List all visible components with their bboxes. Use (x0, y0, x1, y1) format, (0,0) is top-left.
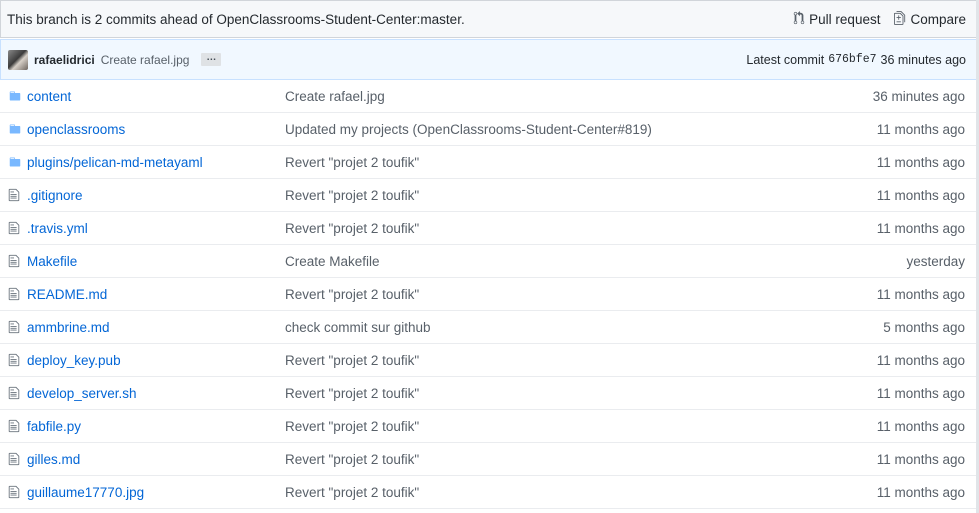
branch-actions: Pull request Compare (793, 10, 966, 28)
file-commit-age: 11 months ago (876, 451, 965, 467)
file-commit-message[interactable]: Revert "projet 2 toufik" (285, 188, 976, 203)
file-commit-age: 36 minutes ago (872, 88, 965, 104)
file-row: Makefile Create Makefile yesterday (0, 245, 976, 278)
file-name-link[interactable]: develop_server.sh (27, 386, 285, 401)
branch-ahead-text: This branch is 2 commits ahead of OpenCl… (7, 11, 465, 27)
pull-request-label: Pull request (809, 11, 881, 27)
file-icon (8, 452, 22, 466)
file-list: content Create rafael.jpg 36 minutes ago op… (0, 80, 976, 509)
file-row: guillaume17770.jpg Revert "projet 2 toufi… (0, 476, 976, 509)
branch-status-bar: This branch is 2 commits ahead of OpenCl… (0, 0, 976, 38)
file-row: .travis.yml Revert "projet 2 toufik" 11 mo… (0, 212, 976, 245)
pull-request-link[interactable]: Pull request (793, 10, 881, 28)
file-name-link[interactable]: deploy_key.pub (27, 353, 285, 368)
file-icon (8, 386, 22, 400)
file-name-link[interactable]: .travis.yml (27, 221, 285, 236)
file-row: README.md Revert "projet 2 toufik" 11 mont… (0, 278, 976, 311)
file-commit-message[interactable]: Revert "projet 2 toufik" (285, 452, 976, 467)
commit-message[interactable]: Create rafael.jpg (101, 53, 190, 67)
commit-summary: rafaelidrici Create rafael.jpg … (8, 49, 222, 70)
file-name-link[interactable]: gilles.md (27, 452, 285, 467)
file-icon (8, 287, 22, 301)
file-name-link[interactable]: .gitignore (27, 188, 285, 203)
file-name-link[interactable]: ammbrine.md (27, 320, 285, 335)
file-commit-message[interactable]: check commit sur github (285, 320, 976, 335)
file-commit-message[interactable]: Updated my projects (OpenClassrooms-Stud… (285, 122, 976, 137)
file-row: develop_server.sh Revert "projet 2 toufik… (0, 377, 976, 410)
file-name-link[interactable]: content (27, 89, 285, 104)
file-commit-age: 11 months ago (876, 352, 965, 368)
file-commit-message[interactable]: Revert "projet 2 toufik" (285, 485, 976, 500)
file-row: fabfile.py Revert "projet 2 toufik" 11 mon… (0, 410, 976, 443)
pull-request-icon (793, 10, 805, 28)
file-commit-age: 11 months ago (876, 220, 965, 236)
file-icon (8, 419, 22, 433)
file-icon (8, 485, 22, 499)
file-commit-message[interactable]: Revert "projet 2 toufik" (285, 353, 976, 368)
file-name-link[interactable]: README.md (27, 287, 285, 302)
file-commit-age: 5 months ago (883, 319, 965, 335)
file-row: .gitignore Revert "projet 2 toufik" 11 mon… (0, 179, 976, 212)
file-icon (8, 353, 22, 367)
file-icon (8, 320, 22, 334)
file-icon (8, 254, 22, 268)
commit-age: 36 minutes ago (880, 52, 966, 67)
file-icon (8, 221, 22, 235)
file-name-link[interactable]: Makefile (27, 254, 285, 269)
diff-icon (894, 10, 906, 28)
file-commit-age: yesterday (906, 253, 965, 269)
file-row: openclassrooms Updated my projects (OpenC… (0, 113, 976, 146)
file-commit-age: 11 months ago (876, 418, 965, 434)
folder-icon (8, 122, 22, 136)
commit-author[interactable]: rafaelidrici (34, 53, 95, 67)
folder-icon (8, 155, 22, 169)
file-commit-age: 11 months ago (876, 187, 965, 203)
file-row: plugins/pelican-md-metayaml Revert "proje… (0, 146, 976, 179)
commit-sha[interactable]: 676bfe7 (828, 53, 876, 67)
file-row: gilles.md Revert "projet 2 toufik" 11 mont… (0, 443, 976, 476)
file-commit-age: 11 months ago (876, 484, 965, 500)
file-commit-message[interactable]: Revert "projet 2 toufik" (285, 287, 976, 302)
file-commit-age: 11 months ago (876, 121, 965, 137)
file-row: content Create rafael.jpg 36 minutes ago (0, 80, 976, 113)
file-name-link[interactable]: openclassrooms (27, 122, 285, 137)
file-commit-message[interactable]: Revert "projet 2 toufik" (285, 386, 976, 401)
file-commit-message[interactable]: Revert "projet 2 toufik" (285, 221, 976, 236)
file-commit-age: 11 months ago (876, 154, 965, 170)
latest-commit-label: Latest commit (746, 52, 825, 67)
file-name-link[interactable]: guillaume17770.jpg (27, 485, 285, 500)
file-commit-message[interactable]: Create Makefile (285, 254, 976, 269)
expand-commit-button[interactable]: … (201, 53, 222, 66)
avatar[interactable] (8, 49, 28, 70)
compare-link[interactable]: Compare (894, 10, 966, 28)
file-commit-age: 11 months ago (876, 286, 965, 302)
file-icon (8, 188, 22, 202)
file-name-link[interactable]: fabfile.py (27, 419, 285, 434)
folder-icon (8, 89, 22, 103)
file-commit-age: 11 months ago (876, 385, 965, 401)
file-commit-message[interactable]: Revert "projet 2 toufik" (285, 155, 976, 170)
file-row: ammbrine.md check commit sur github 5 mont… (0, 311, 976, 344)
file-row: deploy_key.pub Revert "projet 2 toufik" 11… (0, 344, 976, 377)
commit-meta: Latest commit 676bfe7 36 minutes ago (746, 53, 966, 67)
file-commit-message[interactable]: Revert "projet 2 toufik" (285, 419, 976, 434)
latest-commit-bar: rafaelidrici Create rafael.jpg … Latest … (0, 39, 976, 80)
compare-label: Compare (910, 11, 966, 27)
file-name-link[interactable]: plugins/pelican-md-metayaml (27, 155, 285, 170)
